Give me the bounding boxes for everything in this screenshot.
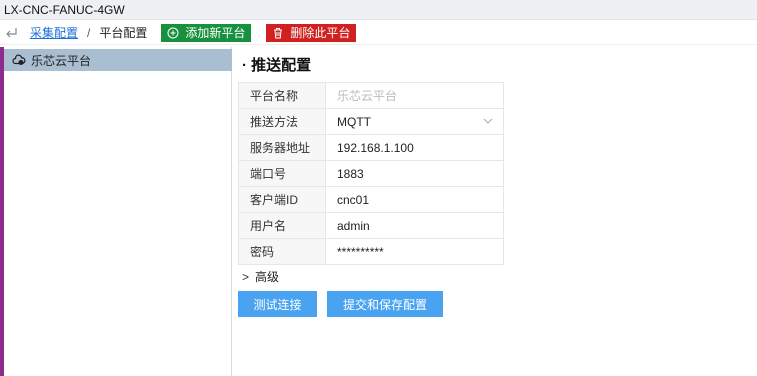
advanced-toggle[interactable]: > 高级: [242, 268, 279, 285]
platform-name-input[interactable]: 乐芯云平台: [325, 82, 504, 109]
sidebar-accent-bar: [0, 47, 4, 376]
push-method-select[interactable]: MQTT: [325, 108, 504, 135]
add-platform-label: 添加新平台: [185, 26, 246, 40]
delete-platform-button[interactable]: 删除此平台: [266, 23, 357, 42]
field-label: 客户端ID: [238, 186, 326, 213]
sidebar-item-platform[interactable]: 乐芯云平台: [4, 49, 232, 71]
server-address-input[interactable]: 192.168.1.100: [325, 134, 504, 161]
breadcrumb-link[interactable]: 采集配置: [30, 24, 78, 41]
client-id-input[interactable]: cnc01: [325, 186, 504, 213]
field-label: 端口号: [238, 160, 326, 187]
form-row-password: 密码 **********: [238, 238, 504, 265]
form-row-push-method: 推送方法 MQTT: [238, 108, 504, 135]
cloud-icon: [12, 54, 26, 65]
field-label: 密码: [238, 238, 326, 265]
push-method-value: MQTT: [337, 114, 371, 129]
username-input[interactable]: admin: [325, 212, 504, 239]
form-row-port: 端口号 1883: [238, 160, 504, 187]
breadcrumb-separator: /: [87, 25, 91, 40]
window-title: LX-CNC-FANUC-4GW: [0, 0, 757, 20]
field-label: 推送方法: [238, 108, 326, 135]
port-input[interactable]: 1883: [325, 160, 504, 187]
delete-platform-label: 删除此平台: [290, 26, 351, 40]
section-title: · 推送配置: [242, 57, 312, 74]
chevron-down-icon: [483, 118, 493, 124]
field-label: 服务器地址: [238, 134, 326, 161]
sidebar-item-label: 乐芯云平台: [31, 53, 92, 68]
advanced-label: 高级: [255, 270, 280, 284]
form-row-server-address: 服务器地址 192.168.1.100: [238, 134, 504, 161]
test-connection-button[interactable]: 测试连接: [238, 291, 317, 317]
plus-circle-icon: [167, 27, 179, 38]
form-row-client-id: 客户端ID cnc01: [238, 186, 504, 213]
add-platform-button[interactable]: 添加新平台: [161, 23, 252, 42]
breadcrumb-current: 平台配置: [99, 26, 148, 40]
form-row-username: 用户名 admin: [238, 212, 504, 239]
field-label: 平台名称: [238, 82, 326, 109]
password-input[interactable]: **********: [325, 238, 504, 265]
chevron-right-icon: >: [242, 269, 250, 284]
form-row-platform-name: 平台名称 乐芯云平台: [238, 82, 504, 109]
sidebar: 乐芯云平台: [0, 47, 232, 376]
submit-save-button[interactable]: 提交和保存配置: [327, 291, 443, 317]
toolbar: 采集配置 / 平台配置 添加新平台 删除此平台: [0, 21, 757, 45]
trash-icon: [274, 27, 283, 38]
back-arrow-icon[interactable]: [4, 26, 18, 40]
push-config-form: 平台名称 乐芯云平台 推送方法 MQTT 服务器地址 192.168.1.100…: [238, 82, 504, 265]
field-label: 用户名: [238, 212, 326, 239]
